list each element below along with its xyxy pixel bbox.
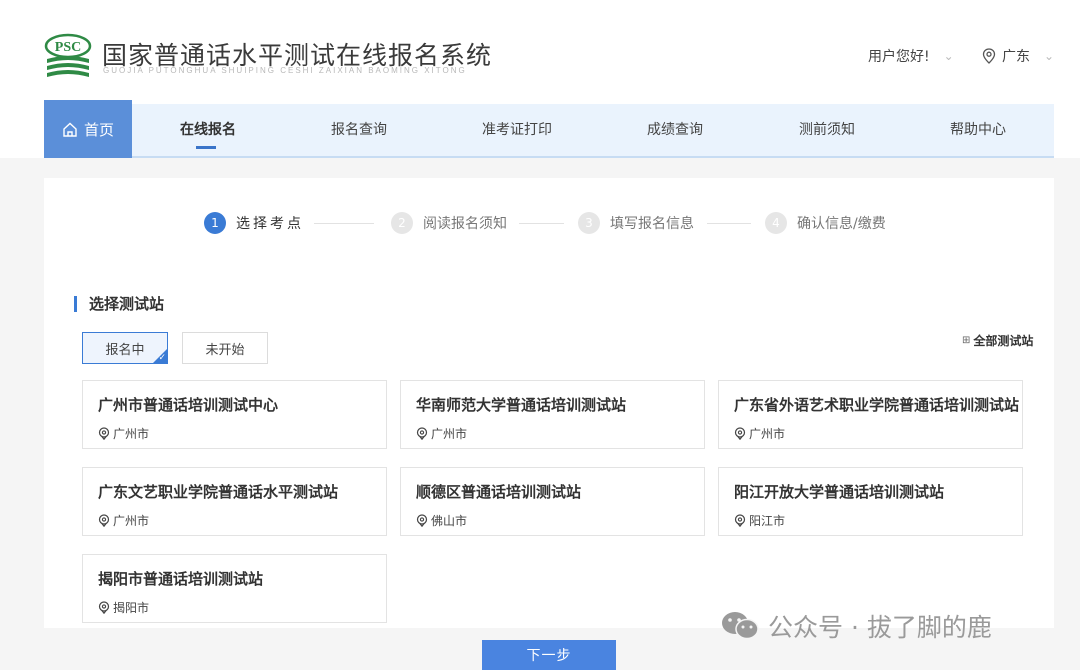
station-card[interactable]: 揭阳市普通话培训测试站 揭阳市 <box>82 554 387 623</box>
nav-registration-query[interactable]: 报名查询 <box>331 104 387 156</box>
home-icon <box>63 122 77 137</box>
step-connector <box>314 223 374 224</box>
step-3: 3 填写报名信息 <box>578 212 694 234</box>
location-pin-icon <box>98 601 110 614</box>
site-subtitle: GUOJIA PUTONGHUA SHUIPING CESHI ZAIXIAN … <box>103 66 467 75</box>
step-number: 1 <box>204 212 226 234</box>
location-pin-icon <box>98 514 110 527</box>
station-card[interactable]: 顺德区普通话培训测试站 佛山市 <box>400 467 705 536</box>
filter-label: 未开始 <box>205 342 245 358</box>
user-menu[interactable]: 用户您好! ⌄ <box>868 46 954 66</box>
station-name: 华南师范大学普通话培训测试站 <box>416 396 627 414</box>
next-step-button[interactable]: 下一步 <box>482 640 616 670</box>
location-pin-icon <box>982 48 996 64</box>
watermark-text: 公众号 · 拔了脚的鹿 <box>768 613 992 642</box>
location-pin-icon <box>416 514 428 527</box>
station-city-label: 广州市 <box>749 427 786 441</box>
station-name: 广州市普通话培训测试中心 <box>98 396 279 414</box>
svg-text:PSC: PSC <box>55 40 81 55</box>
station-card[interactable]: 广东省外语艺术职业学院普通话培训测试站 广州市 <box>718 380 1023 449</box>
station-card[interactable]: 华南师范大学普通话培训测试站 广州市 <box>400 380 705 449</box>
station-card[interactable]: 广州市普通话培训测试中心 广州市 <box>82 380 387 449</box>
step-number: 4 <box>765 212 787 234</box>
nav-home-label: 首页 <box>83 120 114 139</box>
step-label: 选择考点 <box>236 216 304 232</box>
nav-active-indicator <box>196 146 216 149</box>
all-stations-link[interactable]: ⊞ 全部测试站 <box>962 332 1033 349</box>
station-city-label: 广州市 <box>113 427 150 441</box>
check-icon: ✓ <box>158 353 166 363</box>
nav-admission-ticket-print[interactable]: 准考证打印 <box>482 104 552 156</box>
section-title: 选择测试站 <box>74 296 164 312</box>
station-city: 广州市 <box>98 512 149 529</box>
station-city-label: 佛山市 <box>431 514 468 528</box>
user-greeting: 用户您好! <box>868 49 930 65</box>
location-pin-icon <box>98 427 110 440</box>
chevron-down-icon: ⌄ <box>1044 49 1055 63</box>
location-pin-icon <box>734 514 746 527</box>
location-pin-icon <box>734 427 746 440</box>
station-city: 阳江市 <box>734 512 785 529</box>
main-panel: 1 选择考点 2 阅读报名须知 3 填写报名信息 4 确认信息/缴费 选择测试站… <box>44 178 1054 628</box>
site-header: PSC 国家普通话水平测试在线报名系统 GUOJIA PUTONGHUA SHU… <box>0 0 1080 158</box>
registration-steps: 1 选择考点 2 阅读报名须知 3 填写报名信息 4 确认信息/缴费 <box>204 212 904 236</box>
station-name: 广东文艺职业学院普通话水平测试站 <box>98 483 339 501</box>
station-city: 广州市 <box>734 425 785 442</box>
station-city-label: 阳江市 <box>749 514 786 528</box>
step-label: 阅读报名须知 <box>423 216 507 232</box>
filter-label: 报名中 <box>105 342 145 358</box>
grid-icon: ⊞ <box>962 335 971 346</box>
nav-home[interactable]: 首页 <box>44 100 132 158</box>
region-label: 广东 <box>1002 49 1030 65</box>
region-selector[interactable]: 广东 ⌄ <box>982 46 1054 66</box>
psc-logo[interactable]: PSC <box>44 32 92 80</box>
all-stations-label: 全部测试站 <box>973 334 1034 348</box>
location-pin-icon <box>416 427 428 440</box>
step-number: 2 <box>391 212 413 234</box>
step-4: 4 确认信息/缴费 <box>765 212 886 234</box>
station-name: 顺德区普通话培训测试站 <box>416 483 582 501</box>
step-connector <box>707 223 751 224</box>
station-name: 揭阳市普通话培训测试站 <box>98 570 264 588</box>
step-2: 2 阅读报名须知 <box>391 212 507 234</box>
station-city: 佛山市 <box>416 512 467 529</box>
station-city: 揭阳市 <box>98 599 149 616</box>
station-city-label: 广州市 <box>431 427 468 441</box>
chevron-down-icon: ⌄ <box>943 49 954 63</box>
step-label: 填写报名信息 <box>610 216 694 232</box>
step-1: 1 选择考点 <box>204 212 304 234</box>
station-name: 广东省外语艺术职业学院普通话培训测试站 <box>734 396 1020 414</box>
filter-not-started[interactable]: 未开始 <box>182 332 268 364</box>
step-number: 3 <box>578 212 600 234</box>
nav-score-query[interactable]: 成绩查询 <box>647 104 703 156</box>
station-card[interactable]: 广东文艺职业学院普通话水平测试站 广州市 <box>82 467 387 536</box>
step-label: 确认信息/缴费 <box>797 216 886 232</box>
main-nav: 首页 在线报名 报名查询 准考证打印 成绩查询 测前须知 帮助中心 <box>44 100 1054 158</box>
station-city: 广州市 <box>416 425 467 442</box>
wechat-icon <box>722 612 759 640</box>
filter-registering[interactable]: 报名中 ✓ <box>82 332 168 364</box>
nav-test-notice[interactable]: 测前须知 <box>799 104 855 156</box>
watermark: 公众号 · 拔了脚的鹿 <box>720 608 992 644</box>
station-name: 阳江开放大学普通话培训测试站 <box>734 483 945 501</box>
station-city-label: 揭阳市 <box>113 601 150 615</box>
station-city-label: 广州市 <box>113 514 150 528</box>
station-card[interactable]: 阳江开放大学普通话培训测试站 阳江市 <box>718 467 1023 536</box>
step-connector <box>519 223 564 224</box>
nav-help-center[interactable]: 帮助中心 <box>950 104 1006 156</box>
station-city: 广州市 <box>98 425 149 442</box>
